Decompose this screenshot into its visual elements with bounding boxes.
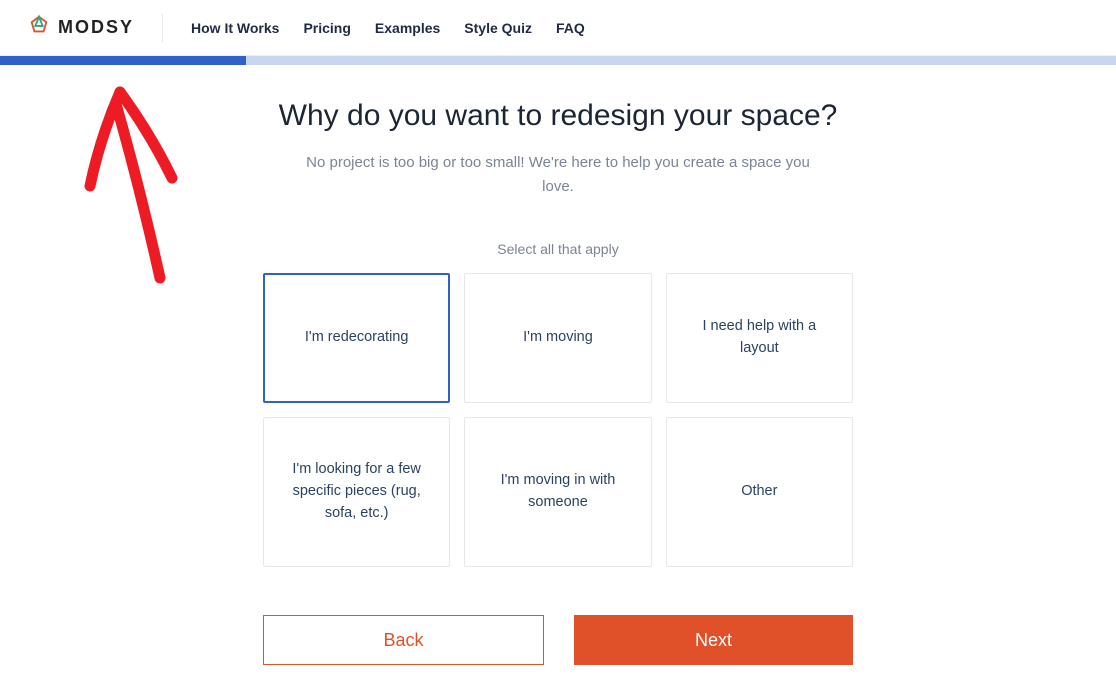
brand-logo[interactable]: MODSY: [28, 14, 134, 41]
header: MODSY How It Works Pricing Examples Styl…: [0, 0, 1116, 56]
back-button[interactable]: Back: [263, 615, 544, 665]
next-button[interactable]: Next: [574, 615, 853, 665]
step-actions: Back Next: [263, 615, 853, 665]
option-layout-help[interactable]: I need help with a layout: [666, 273, 853, 403]
quiz-step: Why do you want to redesign your space? …: [0, 65, 1116, 665]
option-other[interactable]: Other: [666, 417, 853, 567]
page-title: Why do you want to redesign your space?: [0, 99, 1116, 133]
select-hint: Select all that apply: [0, 241, 1116, 257]
option-moving[interactable]: I'm moving: [464, 273, 651, 403]
option-label: Other: [741, 481, 777, 503]
option-specific-pieces[interactable]: I'm looking for a few specific pieces (r…: [263, 417, 450, 567]
primary-nav: How It Works Pricing Examples Style Quiz…: [191, 20, 585, 36]
nav-pricing[interactable]: Pricing: [303, 20, 350, 36]
nav-style-quiz[interactable]: Style Quiz: [464, 20, 532, 36]
nav-how-it-works[interactable]: How It Works: [191, 20, 279, 36]
nav-examples[interactable]: Examples: [375, 20, 440, 36]
option-label: I'm looking for a few specific pieces (r…: [282, 459, 431, 524]
option-moving-in-with-someone[interactable]: I'm moving in with someone: [464, 417, 651, 567]
options-grid: I'm redecorating I'm moving I need help …: [263, 273, 853, 567]
progress-bar: [0, 56, 1116, 65]
page-subtitle: No project is too big or too small! We'r…: [298, 151, 818, 199]
nav-faq[interactable]: FAQ: [556, 20, 585, 36]
progress-fill: [0, 56, 246, 65]
option-label: I'm moving: [523, 327, 593, 349]
option-label: I'm redecorating: [305, 327, 409, 349]
option-redecorating[interactable]: I'm redecorating: [263, 273, 450, 403]
brand-name: MODSY: [58, 17, 134, 38]
option-label: I need help with a layout: [685, 316, 834, 360]
logo-icon: [28, 14, 50, 41]
header-divider: [162, 14, 163, 42]
option-label: I'm moving in with someone: [483, 470, 632, 514]
